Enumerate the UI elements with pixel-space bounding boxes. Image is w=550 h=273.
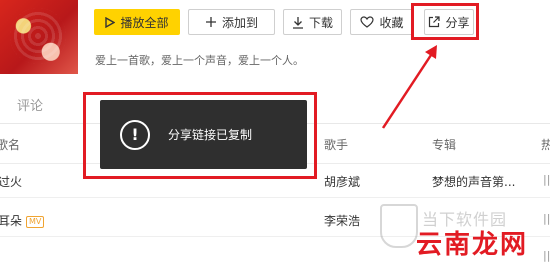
toast-highlight-box bbox=[83, 92, 317, 179]
song-name[interactable]: 耳朵 bbox=[0, 214, 22, 228]
collect-label: 收藏 bbox=[379, 15, 404, 30]
header-song: 歌名 bbox=[0, 138, 21, 152]
share-highlight-box bbox=[411, 3, 479, 40]
singer-name[interactable]: 李荣浩 bbox=[324, 212, 360, 229]
site-watermark: 当下软件园 云南龙网 bbox=[380, 200, 550, 260]
album-cover bbox=[0, 0, 78, 74]
play-all-button[interactable]: 播放全部 bbox=[94, 9, 180, 35]
play-icon bbox=[105, 16, 116, 28]
add-to-label: 添加到 bbox=[221, 15, 258, 30]
tab-comment[interactable]: 评论 bbox=[17, 95, 43, 114]
download-label: 下载 bbox=[308, 15, 333, 30]
watermark-brand: 云南龙网 bbox=[416, 230, 529, 260]
header-heat: 热 bbox=[541, 138, 550, 152]
header-album: 专辑 bbox=[432, 138, 457, 152]
mv-badge[interactable]: MV bbox=[26, 215, 45, 228]
plus-icon bbox=[205, 16, 217, 28]
heart-icon bbox=[360, 16, 375, 28]
song-name-cell[interactable]: 耳朵 MV bbox=[0, 212, 45, 229]
heat-bar: ||| bbox=[543, 173, 550, 186]
header-singer: 歌手 bbox=[324, 138, 349, 152]
download-icon bbox=[292, 16, 304, 29]
slogan-text: 爱上一首歌，爱上一个声音，爱上一个人。 bbox=[95, 54, 304, 67]
add-to-button[interactable]: 添加到 bbox=[188, 9, 275, 35]
singer-name[interactable]: 胡彦斌 bbox=[324, 173, 360, 190]
play-all-label: 播放全部 bbox=[120, 15, 169, 30]
collect-button[interactable]: 收藏 bbox=[350, 9, 414, 35]
download-button[interactable]: 下载 bbox=[283, 9, 342, 35]
album-name[interactable]: 梦想的声音第... bbox=[432, 173, 515, 190]
song-name[interactable]: 过火 bbox=[0, 173, 22, 190]
watermark-logo bbox=[380, 204, 418, 248]
